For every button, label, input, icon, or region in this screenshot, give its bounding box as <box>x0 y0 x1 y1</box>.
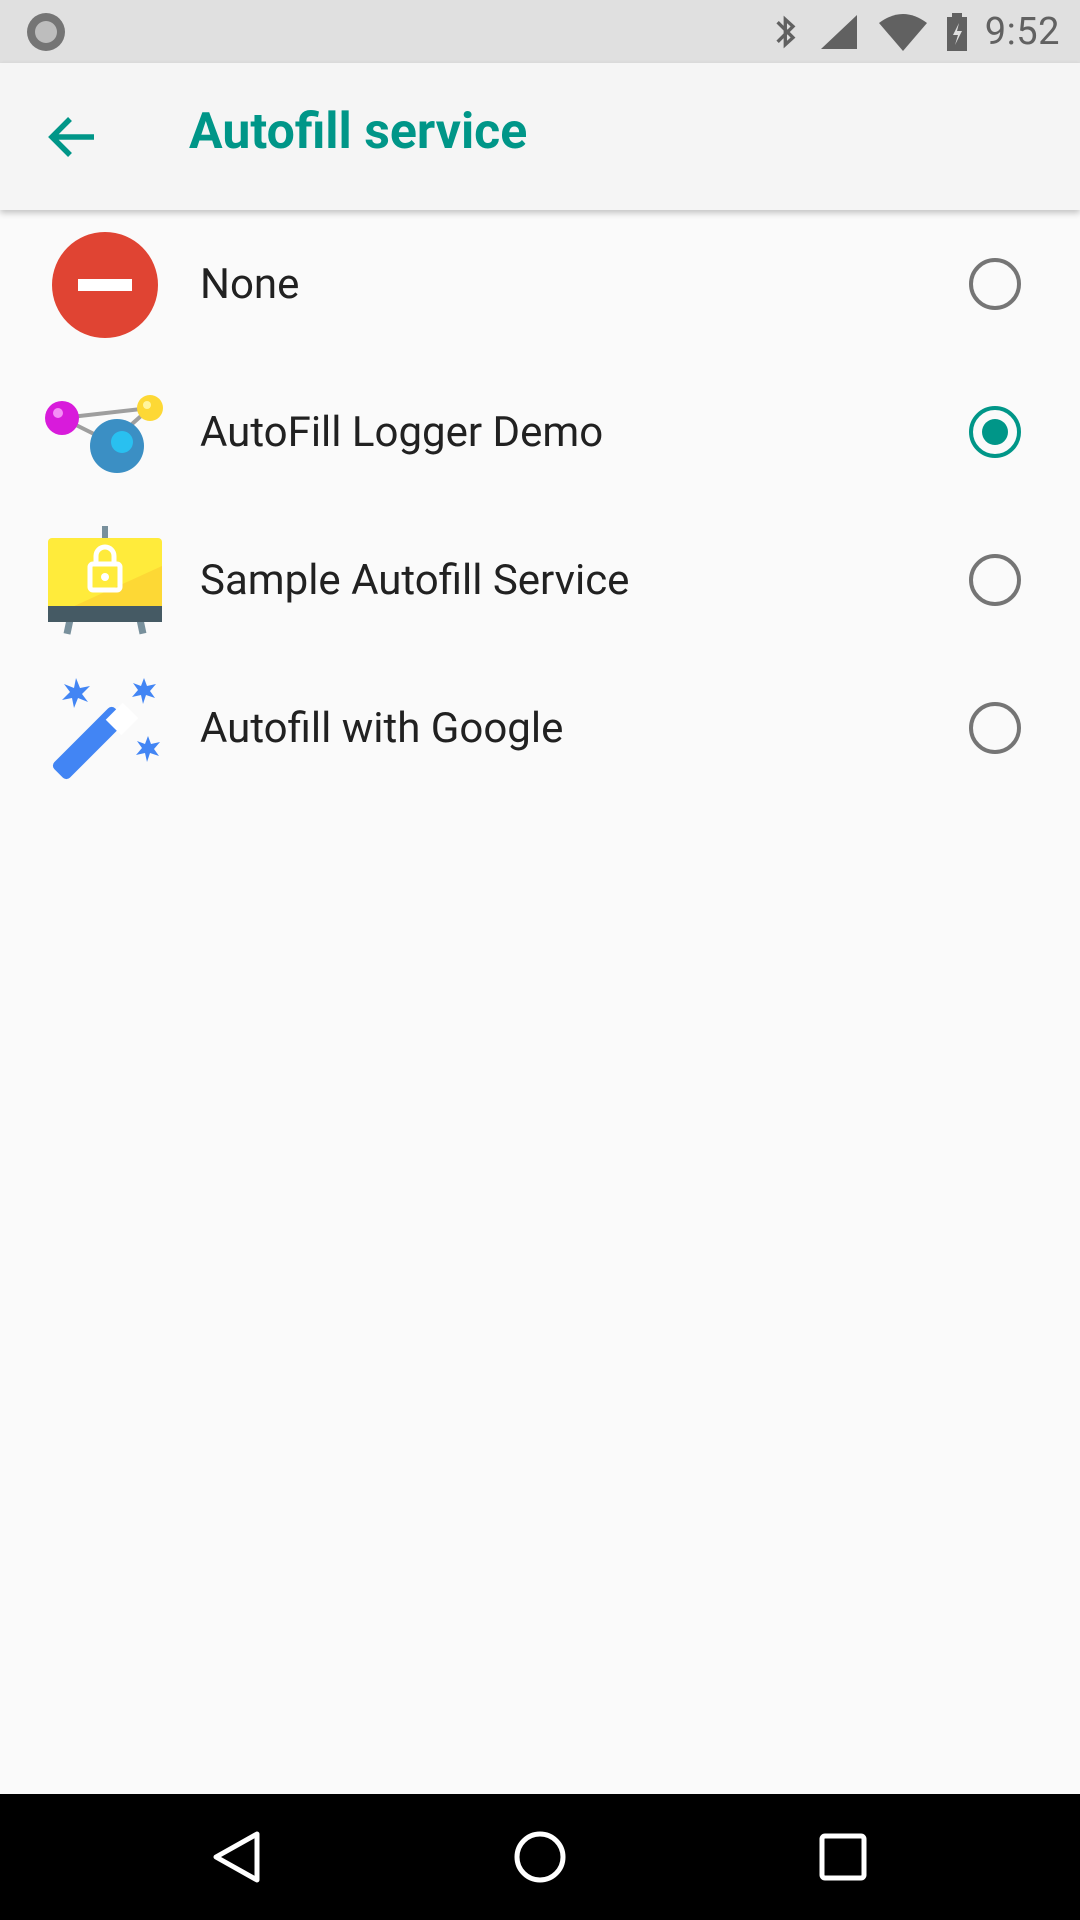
back-triangle-icon <box>213 1831 260 1883</box>
option-none[interactable]: None <box>0 210 1080 358</box>
cell-signal-icon <box>820 14 857 49</box>
bluetooth-icon <box>776 15 796 48</box>
page-title: Autofill service <box>189 103 528 161</box>
none-icon <box>52 232 158 338</box>
radio-button[interactable] <box>969 702 1021 754</box>
recents-square-icon <box>819 1833 867 1881</box>
option-autofill-logger-demo[interactable]: AutoFill Logger Demo <box>0 358 1080 506</box>
option-label: Autofill with Google <box>200 703 564 753</box>
radio-button-selected[interactable] <box>969 406 1021 458</box>
nav-home-button[interactable] <box>500 1817 580 1897</box>
status-time: 9:52 <box>984 9 1060 54</box>
status-icons: 9:52 <box>769 0 1060 63</box>
option-autofill-with-google[interactable]: Autofill with Google <box>0 654 1080 802</box>
nav-back-button[interactable] <box>196 1817 276 1897</box>
notification-dot-icon <box>27 13 65 51</box>
status-bar: 9:52 <box>0 0 1080 63</box>
option-label: Sample Autofill Service <box>200 555 630 605</box>
nav-recents-button[interactable] <box>803 1817 883 1897</box>
back-button[interactable] <box>36 101 108 173</box>
app-bar: Autofill service <box>0 63 1080 210</box>
logger-demo-icon <box>45 395 163 473</box>
sample-autofill-icon <box>48 526 162 635</box>
option-label: None <box>200 259 300 309</box>
option-sample-autofill-service[interactable]: Sample Autofill Service <box>0 506 1080 654</box>
google-autofill-icon <box>52 678 160 780</box>
navigation-bar <box>0 1794 1080 1920</box>
radio-button[interactable] <box>969 258 1021 310</box>
wifi-icon <box>878 13 927 51</box>
autofill-service-list: None AutoFill Logger Demo Sample Autofil… <box>0 210 1080 802</box>
option-label: AutoFill Logger Demo <box>200 407 604 457</box>
home-circle-icon <box>514 1831 566 1883</box>
radio-button[interactable] <box>969 554 1021 606</box>
arrow-left-icon <box>48 117 94 157</box>
battery-icon <box>946 12 967 51</box>
